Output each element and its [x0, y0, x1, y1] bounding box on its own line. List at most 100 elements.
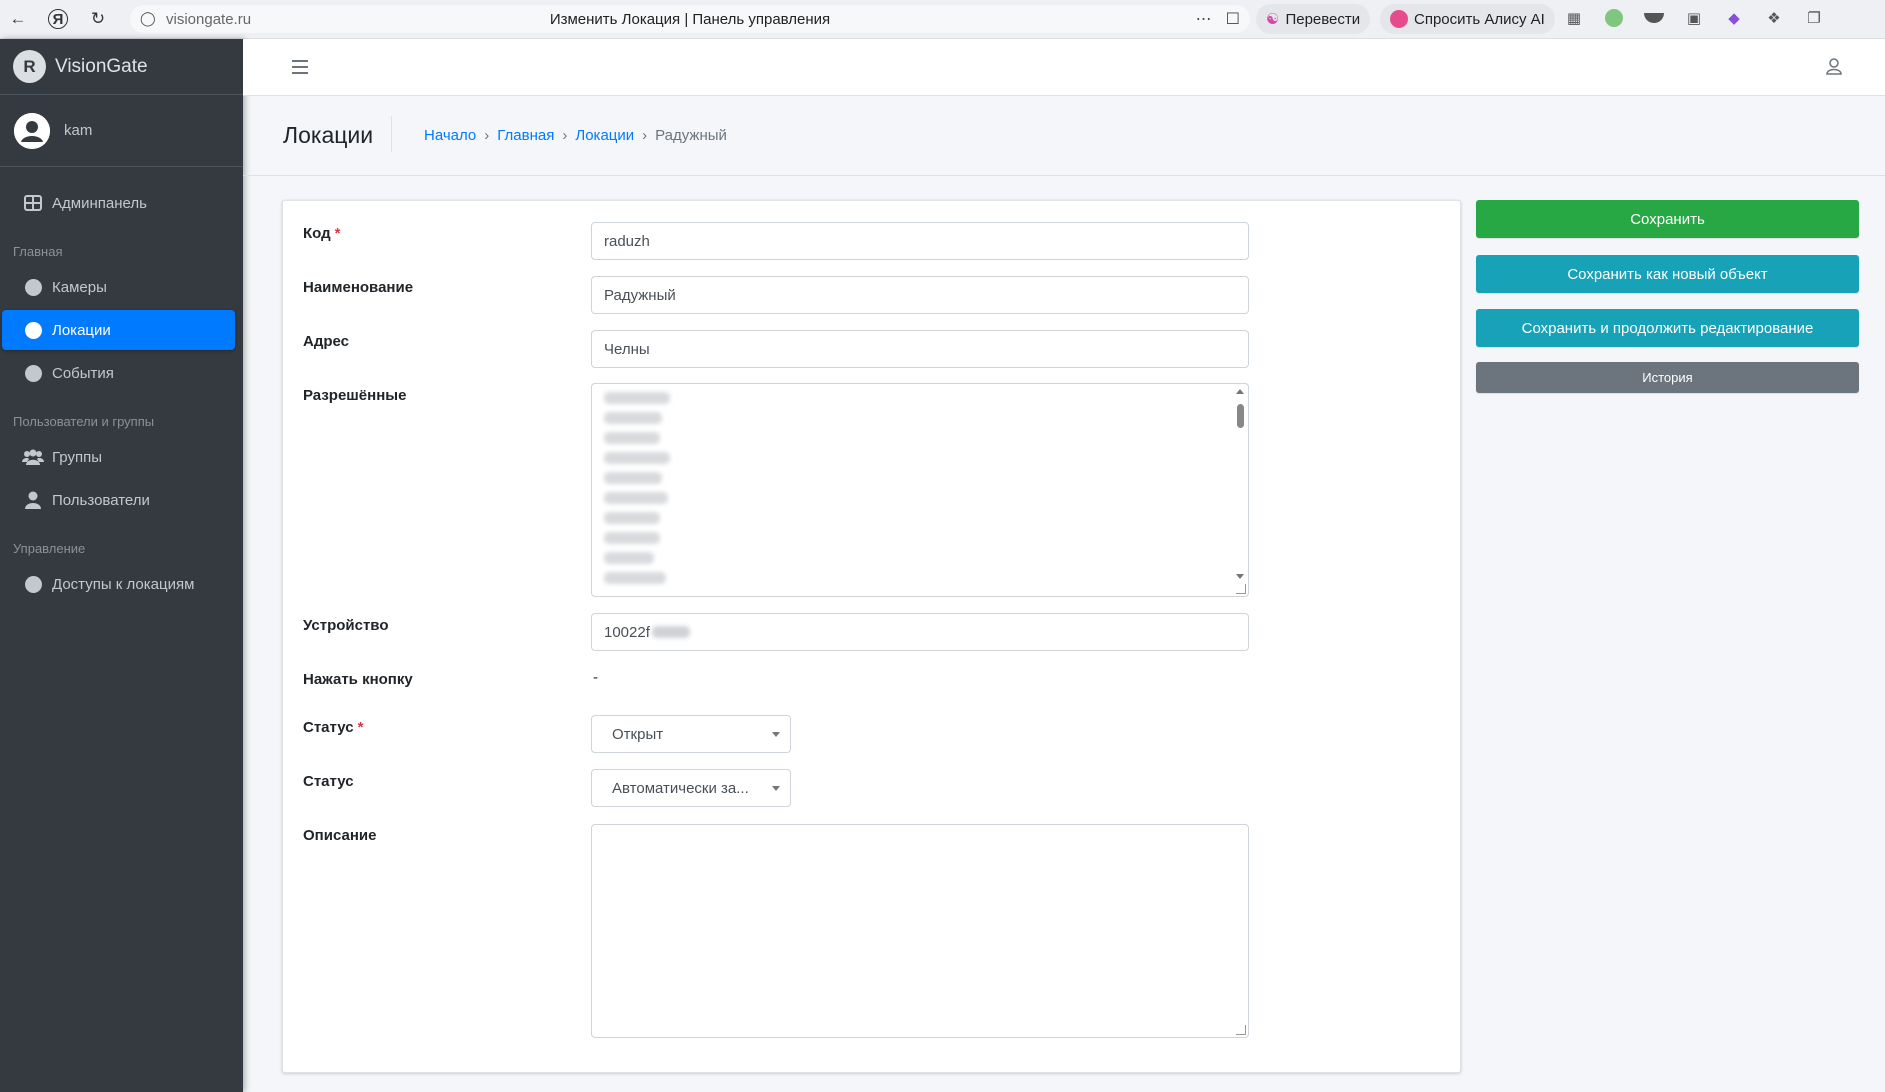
shield-icon: ◯ [140, 10, 156, 26]
alice-label: Спросить Алису AI [1414, 10, 1545, 28]
press-button-label: Нажать кнопку [303, 671, 413, 688]
allowed-options-list [604, 392, 674, 592]
translate-label: Перевести [1285, 10, 1361, 28]
required-mark: * [334, 225, 341, 242]
bookmark-icon[interactable]: ☐ [1226, 9, 1240, 29]
breadcrumb-home[interactable]: Начало [424, 127, 476, 144]
sidebar-nav: Админпанель Главная Камеры Локации Событ… [0, 167, 243, 604]
circle-icon [22, 276, 44, 298]
back-icon[interactable]: ← [4, 5, 32, 33]
circle-icon [22, 362, 44, 384]
circle-icon [22, 573, 44, 595]
address-label: Адрес [303, 333, 350, 350]
sidebar-item-location-access[interactable]: Доступы к локациям [2, 564, 235, 604]
chevron-down-icon [772, 786, 780, 791]
circle-icon [22, 319, 44, 341]
yandex-icon[interactable]: Я [48, 9, 68, 29]
user-menu-icon[interactable] [1825, 57, 1845, 77]
sidebar-item-dashboard[interactable]: Админпанель [2, 183, 235, 223]
sidebar-item-label: Локации [52, 321, 111, 339]
name-label: Наименование [303, 279, 414, 296]
allowed-multiselect[interactable] [591, 383, 1249, 597]
sidebar-item-locations[interactable]: Локации [2, 310, 235, 350]
content-header: Локации Начало › Главная › Локации › Рад… [243, 96, 1885, 176]
user-name: kam [64, 122, 93, 139]
sidebar-item-label: Пользователи [52, 491, 150, 509]
reload-icon[interactable]: ↻ [84, 5, 112, 33]
nav-header-management: Управление [13, 541, 86, 556]
extension-purple-icon[interactable]: ◆ [1722, 6, 1746, 30]
location-form-card: Код * raduzh Наименование Радужный Адрес … [282, 200, 1461, 1073]
device-label: Устройство [303, 617, 389, 634]
breadcrumb-locations[interactable]: Локации [575, 127, 634, 144]
status-select[interactable]: Открыт [591, 715, 791, 753]
save-button[interactable]: Сохранить [1476, 200, 1859, 238]
scroll-up-icon[interactable] [1236, 389, 1244, 394]
tab-title: Изменить Локация | Панель управления [549, 10, 831, 28]
description-textarea[interactable] [591, 824, 1249, 1038]
alice-icon [1390, 10, 1408, 28]
nav-header-main: Главная [13, 244, 63, 259]
scroll-thumb[interactable] [1237, 404, 1244, 428]
more-icon[interactable]: ⋯ [1196, 9, 1212, 29]
breadcrumb-separator: › [484, 127, 490, 144]
scroll-down-icon[interactable] [1236, 574, 1244, 579]
users-icon [22, 446, 44, 468]
status-mode-select[interactable]: Автоматически за... [591, 769, 791, 807]
status-mode-select-value: Автоматически за... [612, 779, 749, 797]
sidebar-item-groups[interactable]: Группы [2, 437, 235, 477]
redacted-text [651, 626, 690, 638]
sidebar-item-label: События [52, 364, 114, 382]
save-as-new-button[interactable]: Сохранить как новый объект [1476, 255, 1859, 293]
address-input[interactable]: Челны [591, 330, 1249, 368]
device-input[interactable]: 10022f [591, 613, 1249, 651]
translate-button[interactable]: ☯ Перевести [1256, 4, 1371, 34]
sidebar-item-users[interactable]: Пользователи [2, 480, 235, 520]
code-input[interactable]: raduzh [591, 222, 1249, 260]
extension-green-icon[interactable] [1602, 6, 1626, 30]
sidebar: R VisionGate kam Админпанель Главная Кам… [0, 39, 243, 1092]
code-label: Код * [303, 225, 341, 242]
sidebar-item-label: Админпанель [52, 194, 147, 212]
extension-dark-icon[interactable] [1642, 6, 1666, 30]
qr-icon[interactable]: ▦ [1562, 6, 1586, 30]
user-avatar-icon [14, 112, 50, 149]
puzzle-icon[interactable]: ❖ [1762, 6, 1786, 30]
press-button-value: - [593, 669, 598, 686]
status-label: Статус * [303, 719, 364, 736]
brand-text: VisionGate [55, 55, 148, 77]
brand-link[interactable]: R VisionGate [0, 39, 243, 95]
page-title: Локации [283, 122, 374, 148]
status-mode-label: Статус [303, 773, 354, 790]
sidebar-item-cameras[interactable]: Камеры [2, 267, 235, 307]
screenshot-icon[interactable]: ▣ [1682, 6, 1706, 30]
address-bar[interactable]: ◯ visiongate.ru Изменить Локация | Панел… [130, 5, 1250, 33]
breadcrumb-main[interactable]: Главная [497, 127, 554, 144]
dashboard-icon [22, 192, 44, 214]
history-button[interactable]: История [1476, 362, 1859, 393]
sidebar-item-label: Камеры [52, 278, 107, 296]
resize-grip-icon[interactable] [1236, 1025, 1246, 1035]
scrollbar[interactable] [1233, 386, 1246, 591]
required-mark: * [357, 719, 364, 736]
sidebar-item-label: Группы [52, 448, 102, 466]
user-icon [22, 489, 44, 511]
breadcrumb-separator: › [642, 127, 648, 144]
user-panel[interactable]: kam [0, 95, 243, 167]
nav-header-users-groups: Пользователи и группы [13, 414, 155, 429]
allowed-label: Разрешённые [303, 387, 407, 404]
description-label: Описание [303, 827, 377, 844]
collections-icon[interactable]: ❐ [1802, 6, 1826, 30]
sidebar-item-events[interactable]: События [2, 353, 235, 393]
translate-icon: ☯ [1266, 11, 1280, 28]
resize-grip-icon[interactable] [1236, 584, 1246, 594]
sidebar-item-label: Доступы к локациям [52, 575, 195, 593]
alice-button[interactable]: Спросить Алису AI [1380, 4, 1555, 34]
save-continue-button[interactable]: Сохранить и продолжить редактирование [1476, 309, 1859, 347]
status-select-value: Открыт [612, 725, 664, 743]
top-navbar [243, 39, 1885, 96]
name-input[interactable]: Радужный [591, 276, 1249, 314]
breadcrumb-current: Радужный [655, 127, 727, 144]
device-value: 10022f [604, 623, 650, 641]
menu-toggle-icon[interactable] [290, 57, 310, 77]
